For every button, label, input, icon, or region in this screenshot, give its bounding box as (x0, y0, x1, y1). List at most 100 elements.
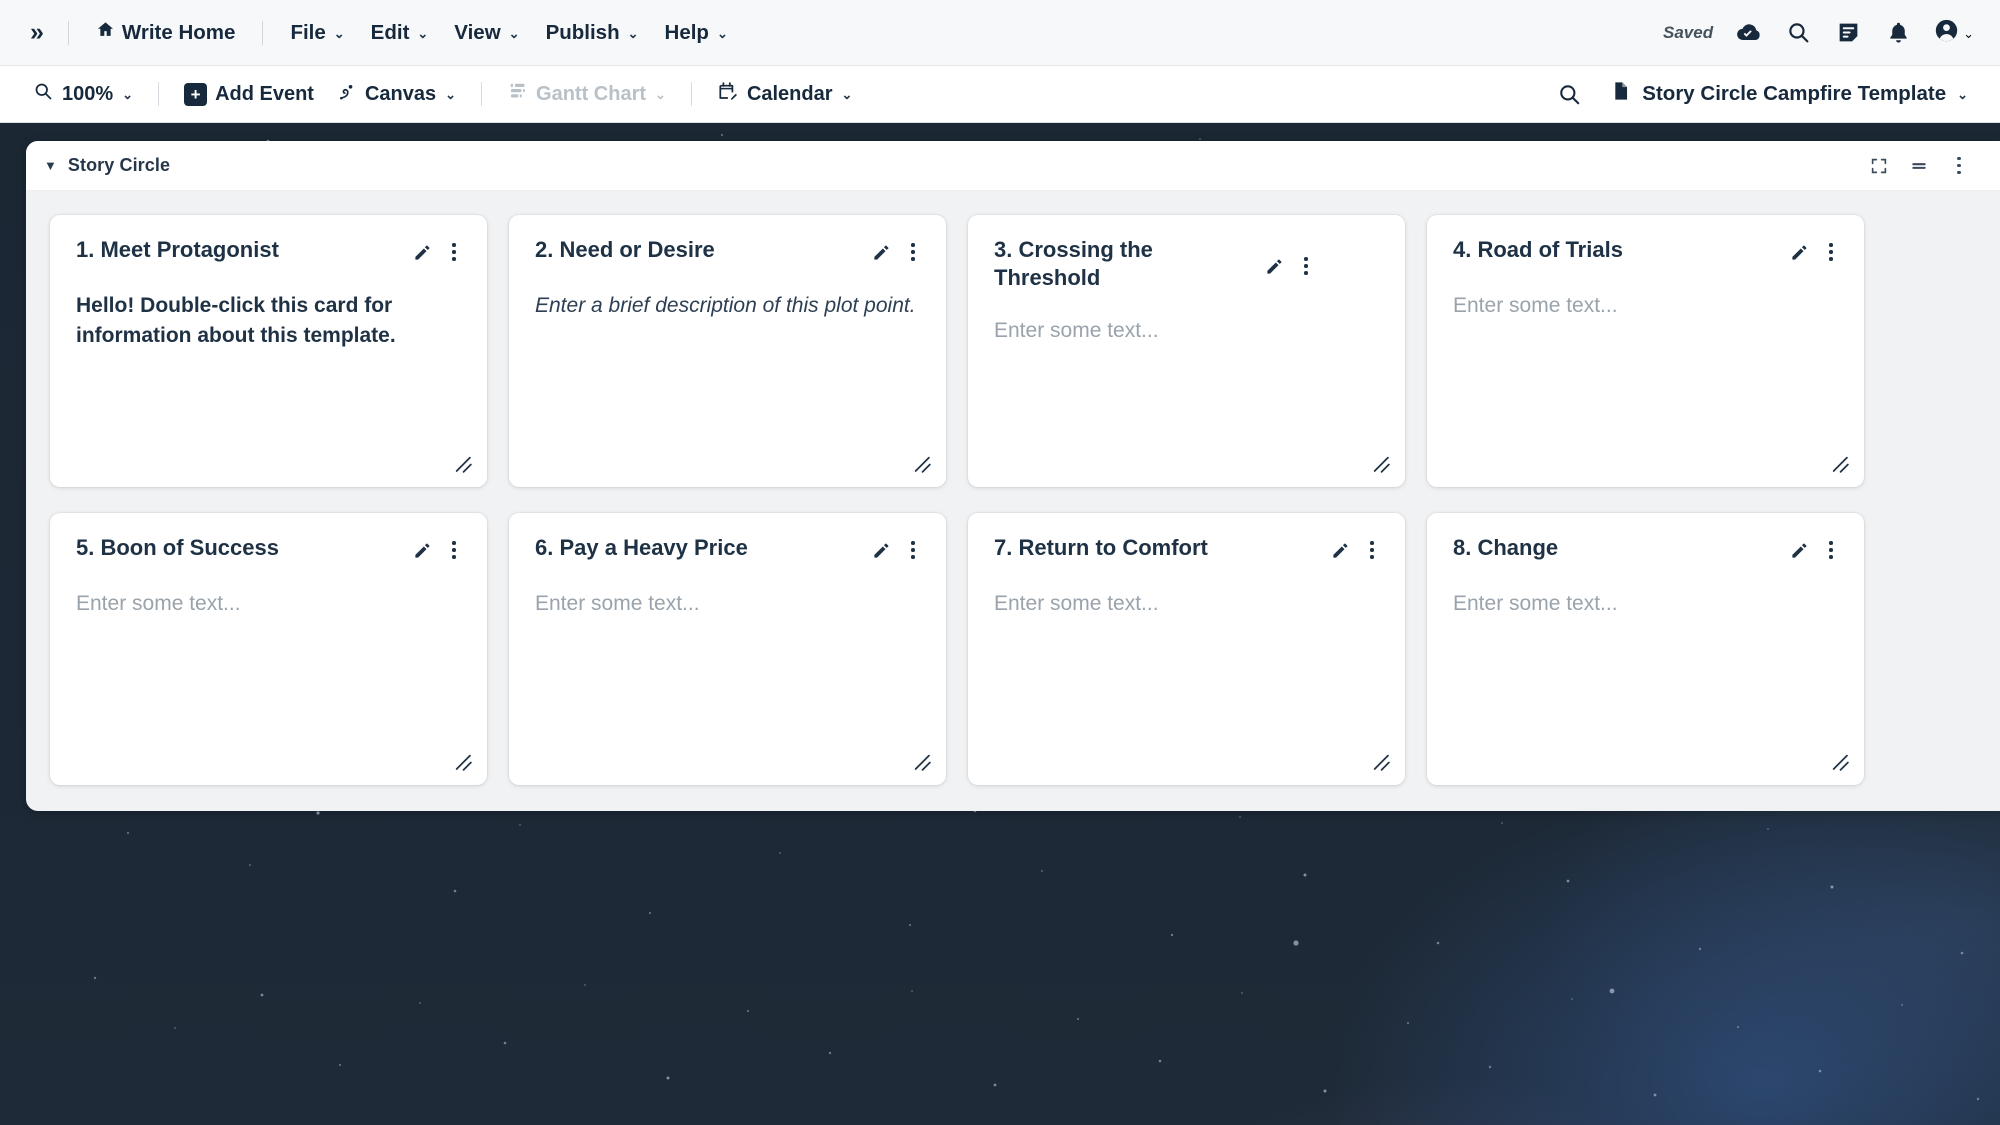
canvas-icon (336, 81, 357, 108)
gantt-icon (507, 81, 528, 108)
menu-file[interactable]: File ⌄ (277, 14, 357, 52)
panel-collapse-caret-icon[interactable]: ▼ (44, 158, 57, 173)
card-tools (1784, 235, 1842, 267)
add-event-button[interactable]: + Add Event (173, 77, 325, 112)
edit-pencil-icon[interactable] (866, 237, 896, 267)
search-icon[interactable] (1777, 12, 1819, 54)
menu-view[interactable]: View ⌄ (441, 14, 532, 52)
resize-handle[interactable] (453, 454, 475, 476)
calendar-view-button[interactable]: Calendar ⌄ (706, 74, 864, 114)
story-card[interactable]: 2. Need or Desire Enter a brief descript… (509, 215, 946, 487)
resize-handle[interactable] (1371, 752, 1393, 774)
card-more-options-icon[interactable] (902, 237, 924, 267)
card-title: 7. Return to Comfort (994, 535, 1208, 560)
menu-help[interactable]: Help ⌄ (652, 14, 741, 52)
card-row: 5. Boon of Success Enter some text... 6.… (50, 513, 2000, 785)
card-body[interactable]: Enter some text... (535, 589, 924, 619)
divider (262, 20, 264, 45)
story-card[interactable]: 7. Return to Comfort Enter some text... (968, 513, 1405, 785)
resize-handle[interactable] (453, 752, 475, 774)
divider (481, 82, 483, 106)
card-more-options-icon[interactable] (1361, 535, 1383, 565)
card-header: 3. Crossing the Threshold (994, 235, 1383, 292)
story-card[interactable]: 3. Crossing the Threshold Enter some tex… (968, 215, 1405, 487)
canvas-label: Canvas (364, 82, 437, 105)
chevron-down-icon: ⌄ (1963, 25, 1974, 41)
card-title: 2. Need or Desire (535, 237, 715, 262)
card-body[interactable]: Enter some text... (994, 589, 1383, 619)
story-card[interactable]: 6. Pay a Heavy Price Enter some text... (509, 513, 946, 785)
edit-pencil-icon[interactable] (1259, 251, 1289, 281)
card-header: 5. Boon of Success (76, 533, 465, 565)
home-icon (96, 20, 115, 45)
card-more-options-icon[interactable] (902, 535, 924, 565)
card-body[interactable]: Enter a brief description of this plot p… (535, 291, 924, 321)
card-tools (866, 235, 924, 267)
notes-icon[interactable] (1827, 12, 1869, 54)
card-header: 4. Road of Trials (1453, 235, 1842, 267)
gantt-chart-button: Gantt Chart ⌄ (496, 75, 677, 114)
zoom-level-label: 100% (62, 82, 114, 105)
card-title: 4. Road of Trials (1453, 237, 1623, 262)
card-body[interactable]: Hello! Double-click this card for inform… (76, 291, 465, 351)
document-title-dropdown[interactable]: Story Circle Campfire Template ⌄ (1600, 74, 1978, 114)
story-card[interactable]: 4. Road of Trials Enter some text... (1427, 215, 1864, 487)
card-body[interactable]: Enter some text... (1453, 291, 1842, 321)
card-header: 6. Pay a Heavy Price (535, 533, 924, 565)
zoom-icon (33, 81, 54, 108)
chevron-double-right-icon[interactable]: » (22, 14, 54, 51)
edit-pencil-icon[interactable] (407, 535, 437, 565)
card-tools (1259, 235, 1317, 281)
edit-pencil-icon[interactable] (407, 237, 437, 267)
resize-handle[interactable] (912, 752, 934, 774)
canvas-area[interactable]: ▼ Story Circle 1. Meet Protagonist Hello… (0, 123, 2000, 1125)
card-more-options-icon[interactable] (1295, 251, 1317, 281)
gantt-chart-label: Gantt Chart (536, 82, 647, 105)
resize-handle[interactable] (1371, 454, 1393, 476)
menu-publish[interactable]: Publish ⌄ (533, 14, 652, 52)
story-card[interactable]: 1. Meet Protagonist Hello! Double-click (50, 215, 487, 487)
card-more-options-icon[interactable] (443, 237, 465, 267)
resize-handle[interactable] (912, 454, 934, 476)
expand-icon[interactable] (1862, 149, 1896, 183)
card-tools (407, 533, 465, 565)
card-header: 1. Meet Protagonist (76, 235, 465, 267)
menu-edit-label: Edit (370, 20, 410, 44)
write-home-label: Write Home (121, 20, 236, 44)
panel-title: Story Circle (67, 155, 171, 175)
card-body[interactable]: Enter some text... (994, 316, 1383, 346)
toolbar-right: Story Circle Campfire Template ⌄ (1548, 73, 1978, 115)
menu-edit[interactable]: Edit ⌄ (358, 14, 442, 52)
story-card[interactable]: 8. Change Enter some text... (1427, 513, 1864, 785)
edit-pencil-icon[interactable] (1325, 535, 1355, 565)
document-icon (1610, 80, 1632, 108)
card-title: 8. Change (1453, 535, 1559, 560)
edit-pencil-icon[interactable] (1784, 237, 1814, 267)
card-tools (866, 533, 924, 565)
more-options-icon[interactable] (1942, 149, 1976, 183)
edit-pencil-icon[interactable] (1784, 535, 1814, 565)
cloud-check-icon (1727, 12, 1769, 54)
card-more-options-icon[interactable] (1820, 237, 1842, 267)
panel-header: ▼ Story Circle (26, 141, 2000, 191)
edit-pencil-icon[interactable] (866, 535, 896, 565)
search-icon[interactable] (1548, 73, 1590, 115)
account-menu[interactable]: ⌄ (1927, 13, 1978, 53)
card-more-options-icon[interactable] (443, 535, 465, 565)
card-tools (1784, 533, 1842, 565)
zoom-control[interactable]: 100% ⌄ (22, 75, 144, 114)
story-card[interactable]: 5. Boon of Success Enter some text... (50, 513, 487, 785)
card-body[interactable]: Enter some text... (1453, 589, 1842, 619)
resize-handle[interactable] (1830, 752, 1852, 774)
write-home-button[interactable]: Write Home (83, 13, 249, 52)
chevron-down-icon: ⌄ (841, 87, 853, 102)
card-more-options-icon[interactable] (1820, 535, 1842, 565)
card-body[interactable]: Enter some text... (76, 589, 465, 619)
menu-publish-label: Publish (545, 20, 620, 44)
card-header: 8. Change (1453, 533, 1842, 565)
resize-handle[interactable] (1830, 454, 1852, 476)
layout-rows-icon[interactable] (1902, 149, 1936, 183)
canvas-view-button[interactable]: Canvas ⌄ (325, 75, 467, 114)
panel-body: 1. Meet Protagonist Hello! Double-click (26, 191, 2000, 811)
bell-icon[interactable] (1877, 12, 1919, 54)
